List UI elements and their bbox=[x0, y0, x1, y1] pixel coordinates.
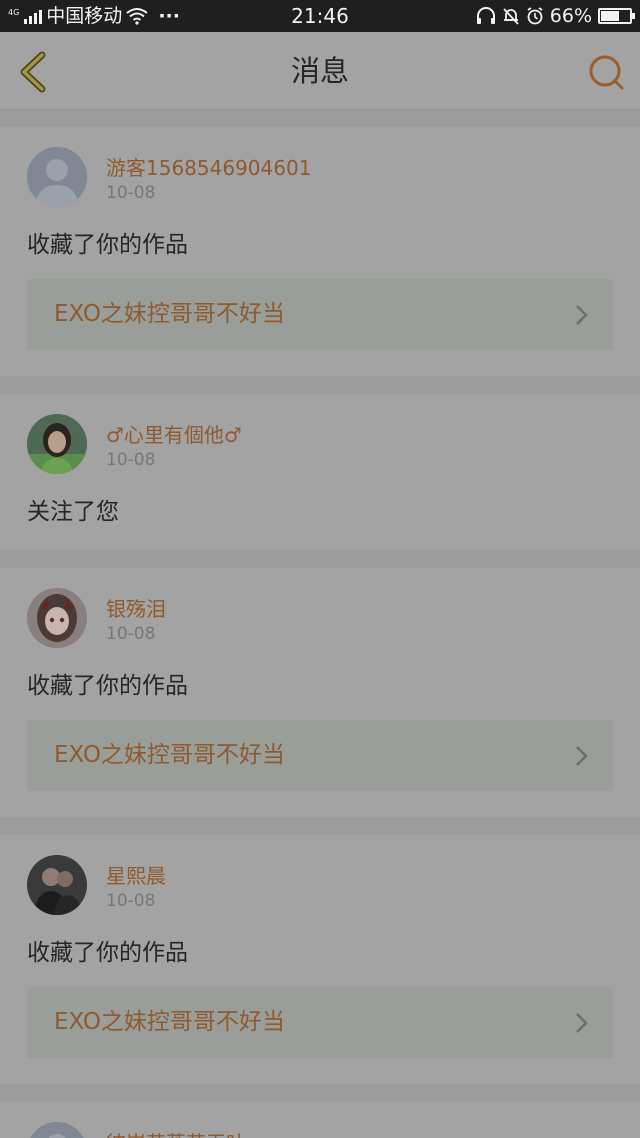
message-action: 关注了您 bbox=[27, 499, 119, 525]
work-link[interactable]: EXO之妹控哥哥不好当 bbox=[27, 720, 613, 791]
search-icon[interactable] bbox=[586, 52, 626, 92]
message-header: 游客1568546904601 10-08 bbox=[27, 145, 613, 207]
default-avatar-icon bbox=[27, 1122, 87, 1138]
chevron-right-icon bbox=[576, 1013, 588, 1033]
username[interactable]: 彼岸花落花无叶 bbox=[106, 1127, 246, 1138]
photo-avatar-icon bbox=[27, 855, 87, 915]
message-header: 银殇泪 10-08 bbox=[27, 586, 613, 648]
default-avatar-icon bbox=[27, 147, 87, 207]
status-right: 66% bbox=[476, 0, 635, 32]
page-title: 消息 bbox=[290, 54, 349, 88]
message-card: ♂心里有個他♂ 10-08 关注了您 bbox=[0, 394, 640, 550]
nav-bar: 消息 bbox=[0, 32, 640, 110]
work-title: EXO之妹控哥哥不好当 bbox=[54, 1009, 285, 1035]
message-action: 收藏了你的作品 bbox=[27, 940, 188, 966]
bell-muted-icon bbox=[503, 8, 519, 25]
message-card: 游客1568546904601 10-08 收藏了你的作品 EXO之妹控哥哥不好… bbox=[0, 127, 640, 376]
headphones-icon bbox=[476, 7, 495, 24]
alarm-icon bbox=[527, 7, 543, 25]
avatar[interactable] bbox=[27, 147, 87, 207]
avatar[interactable] bbox=[27, 588, 87, 648]
message-card: 银殇泪 10-08 收藏了你的作品 EXO之妹控哥哥不好当 bbox=[0, 568, 640, 817]
battery-icon bbox=[598, 8, 635, 24]
message-date: 10-08 bbox=[106, 183, 156, 203]
message-action: 收藏了你的作品 bbox=[27, 673, 188, 699]
message-card: 彼岸花落花无叶 bbox=[0, 1102, 640, 1138]
status-bar: 4G 中国移动 ··· 21:46 66% bbox=[0, 0, 640, 32]
message-list: 游客1568546904601 10-08 收藏了你的作品 EXO之妹控哥哥不好… bbox=[0, 127, 640, 1138]
battery-percent: 66% bbox=[549, 5, 592, 27]
message-date: 10-08 bbox=[106, 891, 156, 911]
chevron-right-icon bbox=[576, 746, 588, 766]
chevron-right-icon bbox=[576, 305, 588, 325]
message-header: 彼岸花落花无叶 bbox=[27, 1120, 613, 1138]
avatar[interactable] bbox=[27, 1122, 87, 1138]
username[interactable]: 游客1568546904601 bbox=[106, 152, 311, 181]
avatar[interactable] bbox=[27, 855, 87, 915]
photo-avatar-icon bbox=[27, 414, 87, 474]
work-title: EXO之妹控哥哥不好当 bbox=[54, 742, 285, 768]
username[interactable]: 银殇泪 bbox=[106, 593, 166, 622]
username[interactable]: 星熙晨 bbox=[106, 860, 166, 889]
avatar[interactable] bbox=[27, 414, 87, 474]
username[interactable]: ♂心里有個他♂ bbox=[106, 419, 242, 448]
message-date: 10-08 bbox=[106, 624, 156, 644]
anime-avatar-icon bbox=[27, 588, 87, 648]
message-date: 10-08 bbox=[106, 450, 156, 470]
work-link[interactable]: EXO之妹控哥哥不好当 bbox=[27, 987, 613, 1058]
message-action: 收藏了你的作品 bbox=[27, 232, 188, 258]
work-link[interactable]: EXO之妹控哥哥不好当 bbox=[27, 279, 613, 350]
message-header: ♂心里有個他♂ 10-08 bbox=[27, 412, 613, 474]
message-card: 星熙晨 10-08 收藏了你的作品 EXO之妹控哥哥不好当 bbox=[0, 835, 640, 1084]
message-header: 星熙晨 10-08 bbox=[27, 853, 613, 915]
work-title: EXO之妹控哥哥不好当 bbox=[54, 301, 285, 327]
